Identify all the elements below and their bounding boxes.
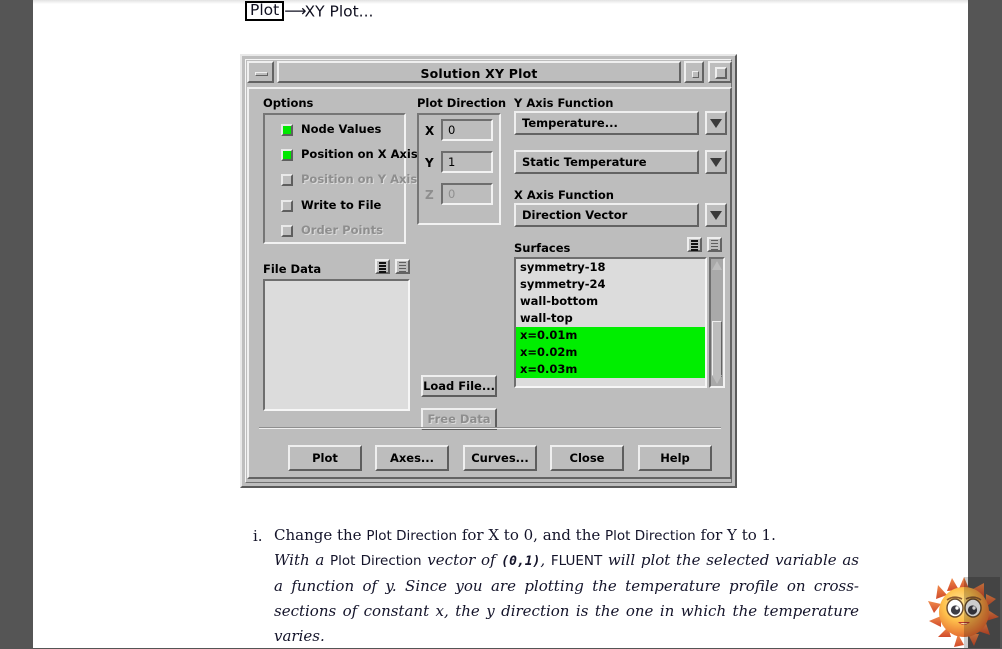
para2-vector-value: (0,1) [501,554,541,569]
para1-ui-term-2: Plot Direction [605,528,696,544]
sun-smiley-cursor-icon [928,577,1000,648]
para2-text-2: vector of [421,551,502,569]
scroll-thumb[interactable] [712,321,722,377]
menu-path: Plot ⟶XY Plot... [245,1,373,22]
dialog-title: Solution XY Plot [420,66,538,81]
dialog-titlebar[interactable]: Solution XY Plot [247,61,732,83]
plot-direction-y-input[interactable]: 1 [441,151,493,173]
para2-product-name: FLUENT [550,553,603,569]
maximize-icon [715,67,727,79]
help-button[interactable]: Help [638,445,712,471]
file-data-listbox[interactable] [263,279,410,411]
menu-path-arrow-icon: ⟶ [284,2,306,20]
options-group-label: Options [263,96,314,110]
axes-button[interactable]: Axes... [375,445,449,471]
button-separator [259,427,721,429]
checkbox-position-on-y-axis-box [281,174,293,186]
surfaces-label: Surfaces [514,241,571,255]
minimize-button[interactable] [247,61,274,83]
plot-direction-x-label: X [425,124,435,138]
checkbox-node-values-label: Node Values [301,122,382,136]
y-axis-function-variable-chevron-down-icon[interactable] [705,150,727,174]
y-axis-function-category-chevron-down-icon[interactable] [705,111,727,135]
explanation-paragraph: With a Plot Direction vector of (0,1), F… [274,548,859,649]
checkbox-order-points-box [281,225,293,237]
page-root: Plot ⟶XY Plot... Solution XY Plot Options [0,0,1002,648]
plot-direction-group-label: Plot Direction [417,96,507,110]
surfaces-list-item[interactable]: wall-bottom [516,293,705,310]
surfaces-item-container: symmetry-18 symmetry-24 wall-bottom wall-to… [516,259,705,378]
checkbox-position-on-x-axis-box[interactable] [281,149,293,161]
close-button[interactable]: Close [550,445,624,471]
checkbox-position-on-y-axis-label: Position on Y Axis [301,172,418,186]
para1-ui-term-1: Plot Direction [366,528,458,544]
para1-text-3: for Y to 1. [695,526,776,544]
scroll-down-arrow-icon[interactable] [712,375,722,384]
y-axis-function-variable-combo[interactable]: Static Temperature [514,150,699,174]
checkbox-order-points-label: Order Points [301,223,383,237]
plot-direction-x-input[interactable]: 0 [441,119,493,141]
menu-path-leaf[interactable]: XY Plot... [304,3,373,21]
file-data-select-all-button[interactable] [375,259,390,274]
load-file-button[interactable]: Load File... [421,375,497,397]
para1-text-2: for X to 0, and the [457,526,606,544]
file-data-label: File Data [263,262,322,276]
solution-xy-plot-dialog: Solution XY Plot Options Node Values Pos… [240,54,737,488]
para2-ui-term-1: Plot Direction [329,553,422,569]
para2-text-1: With a [274,551,330,569]
restore-icon [692,71,699,78]
plot-direction-y-label: Y [425,156,434,170]
checkbox-node-values-box[interactable] [281,124,293,136]
surfaces-list-item[interactable]: wall-top [516,310,705,327]
x-axis-function-label: X Axis Function [514,188,614,202]
curves-button[interactable]: Curves... [463,445,537,471]
y-axis-function-category-combo[interactable]: Temperature... [514,111,699,135]
surfaces-select-all-button[interactable] [687,237,702,252]
surfaces-listbox[interactable]: symmetry-18 symmetry-24 wall-bottom wall-to… [514,257,707,388]
plot-button[interactable]: Plot [288,445,362,471]
instruction-paragraph: Change the Plot Direction for X to 0, an… [274,525,854,547]
surfaces-list-item[interactable]: symmetry-24 [516,276,705,293]
plot-direction-z-input: 0 [441,183,493,205]
surfaces-list-item[interactable]: x=0.02m [516,344,705,361]
y-axis-function-label: Y Axis Function [514,96,614,110]
scroll-up-arrow-icon[interactable] [712,261,722,270]
surfaces-list-item[interactable]: x=0.03m [516,361,705,378]
dialog-client-area: Options Node Values Position on X Axis P… [247,87,732,479]
x-axis-function-chevron-down-icon[interactable] [705,203,727,227]
surfaces-list-item[interactable]: symmetry-18 [516,259,705,276]
surfaces-list-item[interactable]: x=0.01m [516,327,705,344]
list-item-marker: i. [253,527,263,545]
minimize-icon [255,72,268,76]
file-data-deselect-all-button[interactable] [395,259,410,274]
menu-path-root[interactable]: Plot [245,1,285,21]
restore-button[interactable] [684,61,704,83]
para1-text-1: Change the [274,526,367,544]
maximize-button[interactable] [708,61,732,83]
dialog-title-area: Solution XY Plot [277,61,681,83]
checkbox-position-on-x-axis-label: Position on X Axis [301,147,418,161]
para2-text-3: , [540,551,551,569]
checkbox-write-to-file-box[interactable] [281,200,293,212]
checkbox-write-to-file-label: Write to File [301,198,382,212]
x-axis-function-combo[interactable]: Direction Vector [514,203,699,227]
plot-direction-z-label: Z [425,188,434,202]
surfaces-deselect-all-button[interactable] [707,237,722,252]
surfaces-scrollbar[interactable] [709,257,725,388]
